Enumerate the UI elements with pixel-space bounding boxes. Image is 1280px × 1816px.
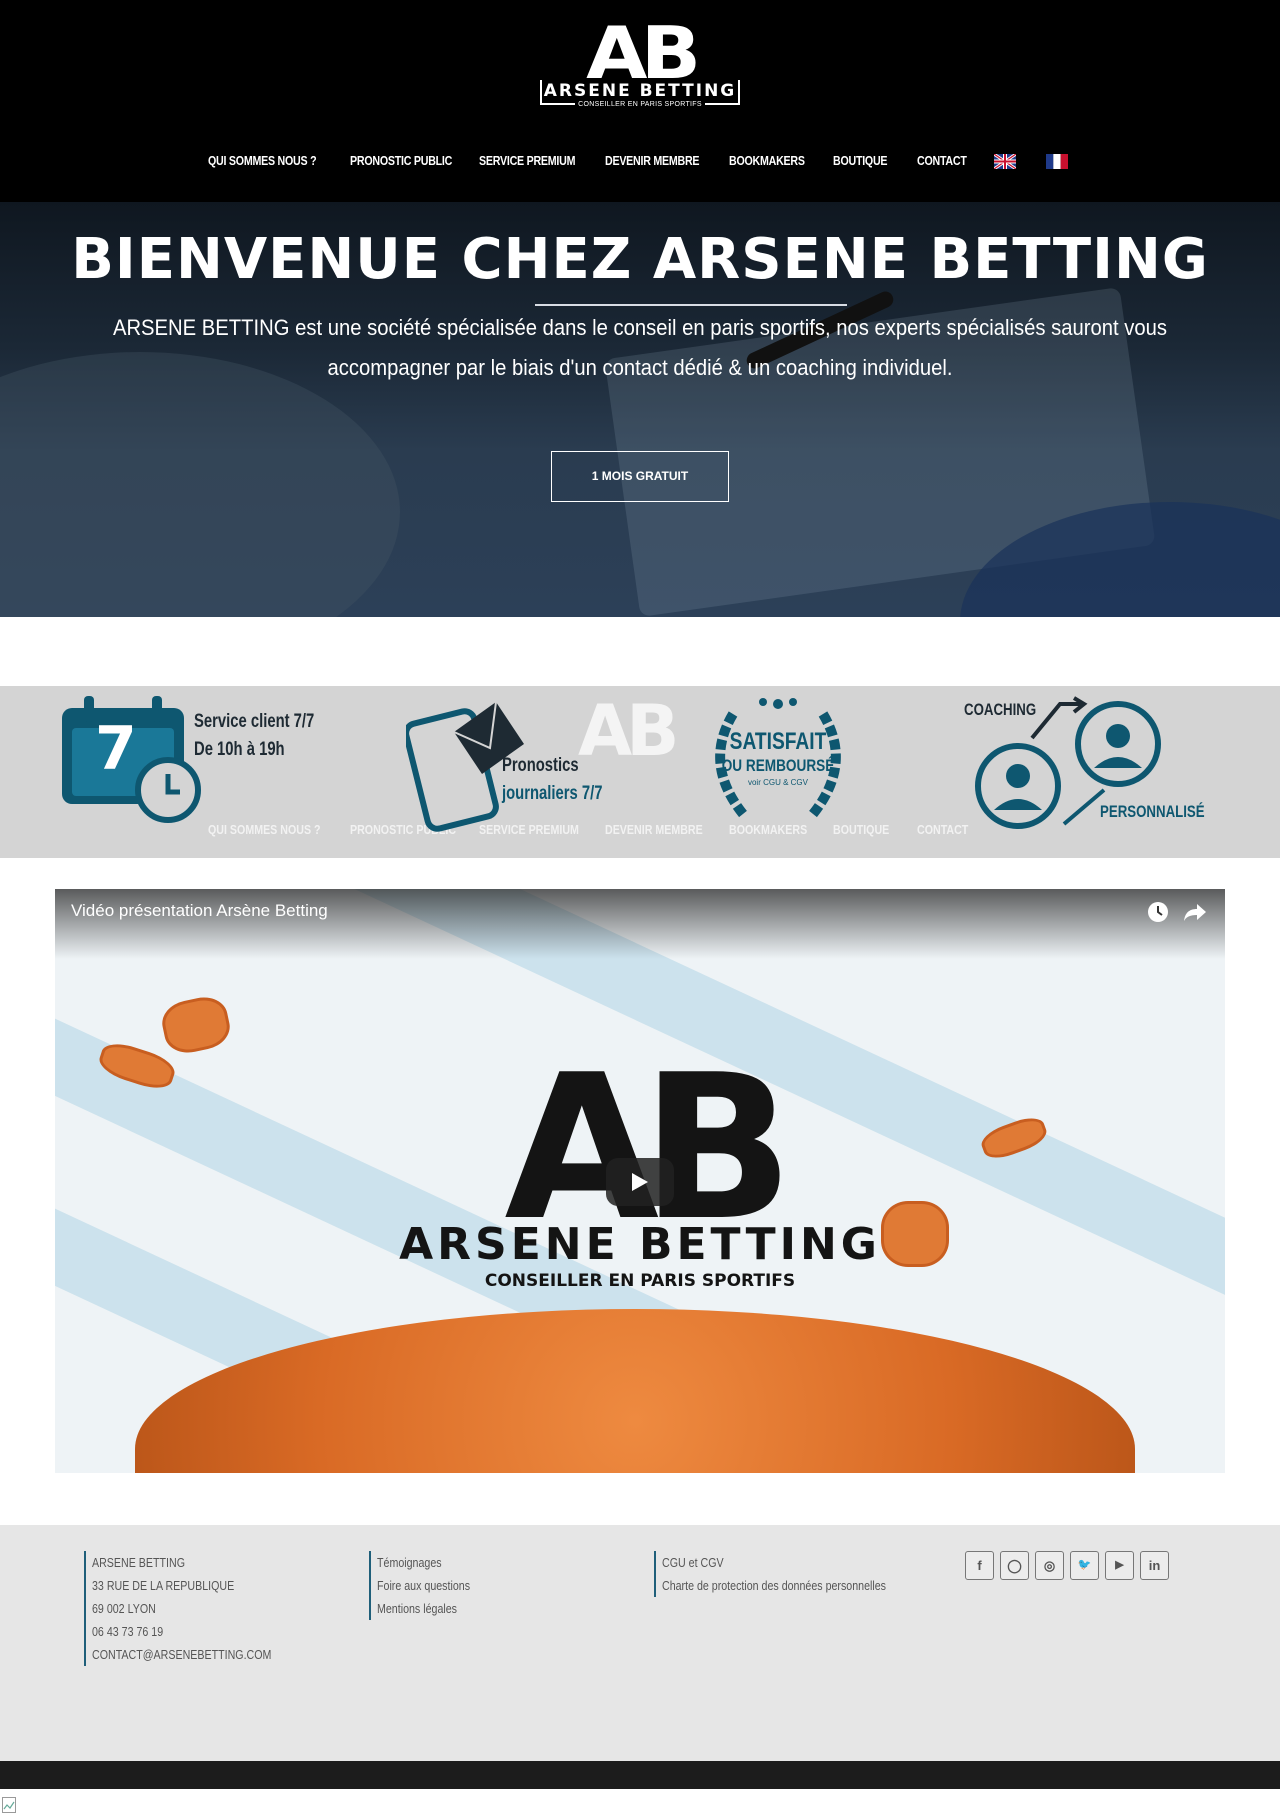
hero-banner: BIENVENUE CHEZ ARSENE BETTING ARSENE BET… — [0, 202, 1280, 617]
play-button[interactable] — [606, 1158, 674, 1206]
hero-title: BIENVENUE CHEZ ARSENE BETTING — [71, 227, 1209, 292]
satisfait-line1: SATISFAIT — [729, 728, 827, 755]
service-client-line2: De 10h à 19h — [194, 739, 285, 760]
video-title[interactable]: Vidéo présentation Arsène Betting — [71, 901, 328, 921]
footer-link-cgu[interactable]: CGU et CGV — [662, 1551, 886, 1574]
logo-name: ARSENE BETTING — [543, 81, 737, 101]
bottom-bar — [0, 1761, 1280, 1789]
calendar-clock-icon — [62, 696, 201, 823]
clock-icon[interactable] — [1147, 901, 1169, 923]
video-logo-name: ARSENE BETTING — [399, 1219, 881, 1270]
youtube-icon[interactable]: ▶ — [1105, 1551, 1134, 1580]
broken-image-icon — [2, 1797, 16, 1813]
share-icon[interactable] — [1183, 901, 1207, 923]
logo-frame: ARSENE BETTING CONSEILLER EN PARIS SPORT… — [540, 80, 740, 109]
footer-email[interactable]: CONTACT@ARSENEBETTING.COM — [92, 1643, 271, 1666]
messenger-icon[interactable]: ◯ — [1000, 1551, 1029, 1580]
footer-street: 33 RUE DE LA REPUBLIQUE — [92, 1578, 235, 1593]
twitter-icon[interactable]: 🐦 — [1070, 1551, 1099, 1580]
video-player[interactable]: AB ARSENE BETTING CONSEILLER EN PARIS SP… — [55, 889, 1225, 1473]
uk-flag-icon[interactable] — [994, 154, 1016, 169]
satisfait-line3: voir CGU & CGV — [747, 778, 808, 787]
pronostics-line1: Pronostics — [502, 755, 579, 776]
nav-contact[interactable]: CONTACT — [917, 148, 967, 174]
footer-link-privacy[interactable]: Charte de protection des données personn… — [662, 1574, 886, 1597]
footer-city: 69 002 LYON — [92, 1601, 156, 1616]
free-month-button[interactable]: 1 MOIS GRATUIT — [551, 451, 729, 502]
service-client-line1: Service client 7/7 — [194, 711, 315, 732]
features-strip: AB QUI SOMMES NOUS ? PRONOSTIC PUBLIC SE… — [0, 686, 1280, 858]
video-logo-tagline: CONSEILLER EN PARIS SPORTIFS — [484, 1271, 796, 1291]
site-header: AB ARSENE BETTING CONSEILLER EN PARIS SP… — [0, 0, 1280, 202]
nav-devenir-membre[interactable]: DEVENIR MEMBRE — [605, 148, 700, 174]
footer-links-1: Témoignages Foire aux questions Mentions… — [369, 1551, 490, 1620]
hero-bg-hand — [0, 352, 400, 617]
nav-pronostic-public[interactable]: PRONOSTIC PUBLIC — [350, 148, 452, 174]
coaching-label: COACHING — [964, 700, 1037, 719]
coin-graphic — [158, 992, 234, 1058]
footer-link-mentions[interactable]: Mentions légales — [377, 1597, 470, 1620]
pronostics-line2: journaliers 7/7 — [502, 783, 603, 804]
ghost-nav-qui: QUI SOMMES NOUS ? — [208, 822, 321, 837]
site-footer: ARSENE BETTING 33 RUE DE LA REPUBLIQUE 6… — [0, 1525, 1280, 1761]
logo-tagline: CONSEILLER EN PARIS SPORTIFS — [575, 100, 705, 109]
footer-link-temoignages[interactable]: Témoignages — [377, 1551, 470, 1574]
nav-qui-sommes-nous[interactable]: QUI SOMMES NOUS ? — [208, 148, 317, 174]
footer-contact: ARSENE BETTING 33 RUE DE LA REPUBLIQUE 6… — [84, 1551, 311, 1666]
ghost-nav-devenir: DEVENIR MEMBRE — [605, 822, 703, 837]
footer-company: ARSENE BETTING — [92, 1555, 186, 1570]
hero-description: ARSENE BETTING est une société spécialis… — [112, 315, 1168, 380]
calendar-day: 7 — [95, 714, 137, 784]
satisfait-line2: OU REMBOURSÉ — [721, 756, 835, 775]
video-logo-mark: AB — [504, 1032, 793, 1265]
hero-divider — [535, 304, 847, 306]
personnalise-label: PERSONNALISÉ — [1100, 802, 1205, 821]
nav-service-premium[interactable]: SERVICE PREMIUM — [479, 148, 575, 174]
ghost-logo-mark: AB — [578, 690, 680, 772]
site-logo[interactable]: AB ARSENE BETTING CONSEILLER EN PARIS SP… — [537, 11, 743, 116]
video-topbar — [55, 889, 1225, 959]
fr-flag-icon[interactable] — [1046, 154, 1068, 169]
play-icon — [632, 1173, 648, 1191]
instagram-icon[interactable]: ◎ — [1035, 1551, 1064, 1580]
linkedin-icon[interactable]: in — [1140, 1551, 1169, 1580]
footer-phone[interactable]: 06 43 73 76 19 — [92, 1620, 271, 1643]
facebook-icon[interactable]: f — [965, 1551, 994, 1580]
logo-mark: AB — [585, 11, 701, 95]
footer-link-faq[interactable]: Foire aux questions — [377, 1574, 470, 1597]
nav-boutique[interactable]: BOUTIQUE — [833, 148, 888, 174]
main-nav: QUI SOMMES NOUS ? PRONOSTIC PUBLIC SERVI… — [0, 148, 1280, 174]
nav-bookmakers[interactable]: BOOKMAKERS — [729, 148, 805, 174]
footer-links-2: CGU et CGV Charte de protection des donn… — [654, 1551, 935, 1597]
